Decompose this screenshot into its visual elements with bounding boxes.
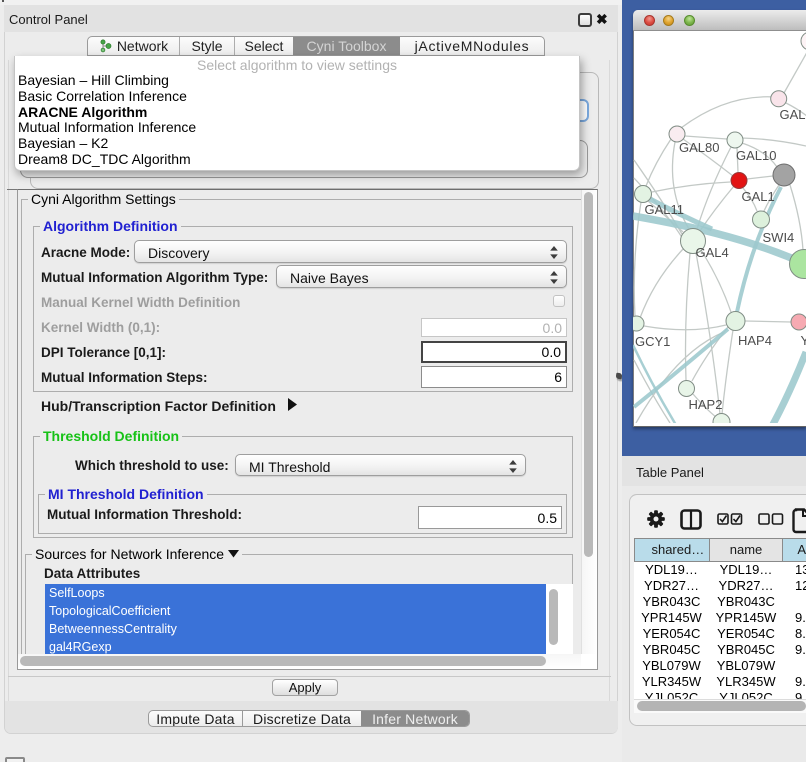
svg-text:GCY1: GCY1 — [635, 334, 670, 349]
svg-text:HAP2: HAP2 — [689, 397, 723, 412]
svg-text:GAL7: GAL7 — [780, 107, 806, 122]
svg-text:GAL80: GAL80 — [679, 140, 719, 155]
svg-text:GAL11: GAL11 — [645, 202, 685, 217]
svg-text:GAL10: GAL10 — [736, 148, 776, 163]
svg-text:GAL1: GAL1 — [742, 189, 775, 204]
svg-text:HAP4: HAP4 — [738, 333, 772, 348]
svg-text:SWI4: SWI4 — [763, 230, 795, 245]
svg-text:GAL4: GAL4 — [696, 245, 729, 260]
svg-text:YBR: YBR — [801, 333, 806, 348]
